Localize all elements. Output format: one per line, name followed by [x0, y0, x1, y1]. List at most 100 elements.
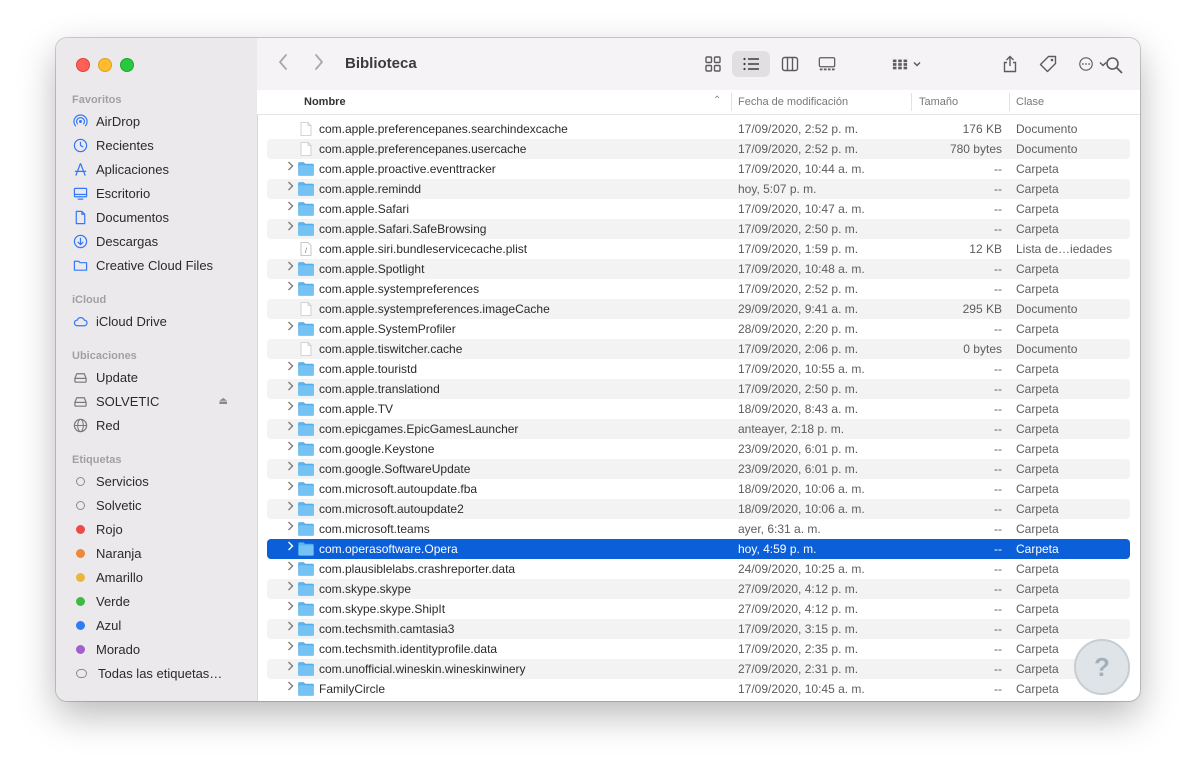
disclosure-chevron-icon[interactable]	[287, 421, 294, 434]
column-separator[interactable]	[911, 93, 912, 111]
sidebar-item-red[interactable]: Red	[72, 414, 242, 436]
column-date-header[interactable]: Fecha de modificación	[738, 96, 848, 108]
folder-row[interactable]: com.skype.skype.ShipIt 27/09/2020, 4:12 p…	[267, 599, 1130, 619]
sidebar-tag-solvetic[interactable]: Solvetic	[72, 494, 242, 516]
column-separator[interactable]	[1009, 93, 1010, 111]
folder-row[interactable]: com.apple.systempreferences 17/09/2020, 2…	[267, 279, 1130, 299]
disclosure-chevron-icon[interactable]	[287, 281, 294, 294]
chevron-down-icon	[913, 61, 921, 67]
disclosure-chevron-icon[interactable]	[287, 201, 294, 214]
sidebar-item-aplicaciones[interactable]: Aplicaciones	[72, 158, 242, 180]
disclosure-chevron-icon[interactable]	[287, 641, 294, 654]
icon-view-button[interactable]	[700, 51, 726, 77]
disclosure-chevron-icon[interactable]	[287, 441, 294, 454]
folder-row[interactable]: com.apple.Spotlight 17/09/2020, 10:48 a. …	[267, 259, 1130, 279]
file-kind: Carpeta	[1016, 542, 1059, 556]
folder-row[interactable]: com.microsoft.autoupdate2 18/09/2020, 10:…	[267, 499, 1130, 519]
sidebar-item-creative-cloud-files[interactable]: Creative Cloud Files	[72, 254, 242, 276]
disclosure-chevron-icon[interactable]	[287, 181, 294, 194]
folder-row[interactable]: com.apple.proactive.eventtracker 17/09/20…	[267, 159, 1130, 179]
zoom-window-button[interactable]	[120, 58, 134, 72]
disclosure-chevron-icon[interactable]	[287, 561, 294, 574]
list-view-button[interactable]	[732, 51, 770, 77]
folder-row[interactable]: com.unofficial.wineskin.wineskinwinery 27…	[267, 659, 1130, 679]
column-size-header[interactable]: Tamaño	[919, 96, 958, 108]
folder-row[interactable]: com.apple.translationd 17/09/2020, 2:50 p…	[267, 379, 1130, 399]
gallery-view-button[interactable]	[814, 51, 840, 77]
sidebar-tag-amarillo[interactable]: Amarillo	[72, 566, 242, 588]
disclosure-chevron-icon[interactable]	[287, 601, 294, 614]
file-date: 17/09/2020, 2:50 p. m.	[738, 222, 859, 236]
folder-row[interactable]: com.google.Keystone 23/09/2020, 6:01 p. m…	[267, 439, 1130, 459]
search-button[interactable]	[1103, 52, 1125, 78]
file-size: --	[994, 322, 1002, 336]
column-name-header[interactable]: Nombre	[304, 96, 346, 108]
disclosure-chevron-icon[interactable]	[287, 461, 294, 474]
disclosure-chevron-icon[interactable]	[287, 581, 294, 594]
disclosure-chevron-icon[interactable]	[287, 481, 294, 494]
close-window-button[interactable]	[76, 58, 90, 72]
folder-row[interactable]: com.epicgames.EpicGamesLauncher anteayer,…	[267, 419, 1130, 439]
back-button[interactable]	[277, 53, 289, 77]
disclosure-chevron-icon[interactable]	[287, 261, 294, 274]
folder-row[interactable]: com.microsoft.autoupdate.fba 18/09/2020, …	[267, 479, 1130, 499]
sidebar-tag-servicios[interactable]: Servicios	[72, 470, 242, 492]
folder-row[interactable]: FamilyCircle 17/09/2020, 10:45 a. m. -- Car…	[267, 679, 1130, 699]
disclosure-chevron-icon[interactable]	[287, 221, 294, 234]
disclosure-chevron-icon[interactable]	[287, 401, 294, 414]
sidebar-tag-verde[interactable]: Verde	[72, 590, 242, 612]
sidebar-item-recientes[interactable]: Recientes	[72, 134, 242, 156]
folder-row[interactable]: com.plausiblelabs.crashreporter.data 24/0…	[267, 559, 1130, 579]
minimize-window-button[interactable]	[98, 58, 112, 72]
share-button[interactable]	[999, 51, 1021, 77]
folder-row[interactable]: com.techsmith.camtasia3 17/09/2020, 3:15 …	[267, 619, 1130, 639]
sidebar-item-escritorio[interactable]: Escritorio	[72, 182, 242, 204]
disclosure-chevron-icon[interactable]	[287, 521, 294, 534]
folder-row[interactable]: com.microsoft.teams ayer, 6:31 a. m. -- Car…	[267, 519, 1130, 539]
file-row[interactable]: com.apple.preferencepanes.usercache 17/09…	[267, 139, 1130, 159]
tag-button[interactable]	[1037, 51, 1059, 77]
file-row[interactable]: com.apple.systempreferences.imageCache 29…	[267, 299, 1130, 319]
folder-row[interactable]: com.apple.remindd hoy, 5:07 p. m. -- Carpet…	[267, 179, 1130, 199]
disclosure-chevron-icon[interactable]	[287, 321, 294, 334]
disclosure-chevron-icon[interactable]	[287, 501, 294, 514]
sidebar-item-descargas[interactable]: Descargas	[72, 230, 242, 252]
folder-row[interactable]: com.skype.skype 27/09/2020, 4:12 p. m. -- C…	[267, 579, 1130, 599]
folder-row[interactable]: com.techsmith.identityprofile.data 17/09/…	[267, 639, 1130, 659]
file-row[interactable]: com.apple.preferencepanes.searchindexcac…	[267, 119, 1130, 139]
disclosure-chevron-icon[interactable]	[287, 621, 294, 634]
disclosure-chevron-icon[interactable]	[287, 361, 294, 374]
column-view-button[interactable]	[777, 51, 803, 77]
sidebar-item-airdrop[interactable]: AirDrop	[72, 110, 242, 132]
column-separator[interactable]	[731, 93, 732, 111]
disclosure-chevron-icon[interactable]	[287, 541, 294, 554]
file-size: --	[994, 382, 1002, 396]
disclosure-chevron-icon[interactable]	[287, 661, 294, 674]
file-row[interactable]: com.apple.tiswitcher.cache 17/09/2020, 2:…	[267, 339, 1130, 359]
disclosure-chevron-icon[interactable]	[287, 161, 294, 174]
folder-row[interactable]: com.apple.TV 18/09/2020, 8:43 a. m. -- Carp…	[267, 399, 1130, 419]
sidebar-item-documentos[interactable]: Documentos	[72, 206, 242, 228]
sidebar-tag-azul[interactable]: Azul	[72, 614, 242, 636]
folder-row[interactable]: com.operasoftware.Opera hoy, 4:59 p. m. --…	[267, 539, 1130, 559]
eject-icon[interactable]: ⏏	[219, 396, 228, 407]
file-size: --	[994, 422, 1002, 436]
sidebar-item-solvetic[interactable]: SOLVETIC ⏏	[72, 390, 242, 412]
sidebar-tag-naranja[interactable]: Naranja	[72, 542, 242, 564]
folder-row[interactable]: com.apple.Safari 17/09/2020, 10:47 a. m. -…	[267, 199, 1130, 219]
file-row[interactable]: / com.apple.siri.bundleservicecache.plist…	[267, 239, 1130, 259]
folder-row[interactable]: com.apple.SystemProfiler 28/09/2020, 2:20…	[267, 319, 1130, 339]
sidebar-item-icloud-drive[interactable]: iCloud Drive	[72, 310, 242, 332]
column-kind-header[interactable]: Clase	[1016, 96, 1044, 108]
disclosure-chevron-icon[interactable]	[287, 381, 294, 394]
sidebar-item-update[interactable]: Update	[72, 366, 242, 388]
disclosure-chevron-icon[interactable]	[287, 681, 294, 694]
forward-button[interactable]	[313, 53, 325, 77]
sidebar-tag-rojo[interactable]: Rojo	[72, 518, 242, 540]
folder-row[interactable]: com.google.SoftwareUpdate 23/09/2020, 6:0…	[267, 459, 1130, 479]
group-by-button[interactable]	[887, 51, 927, 77]
folder-row[interactable]: com.apple.Safari.SafeBrowsing 17/09/2020,…	[267, 219, 1130, 239]
sidebar-tag-all[interactable]: Todas las etiquetas…	[72, 662, 242, 684]
folder-row[interactable]: com.apple.touristd 17/09/2020, 10:55 a. m…	[267, 359, 1130, 379]
sidebar-tag-morado[interactable]: Morado	[72, 638, 242, 660]
